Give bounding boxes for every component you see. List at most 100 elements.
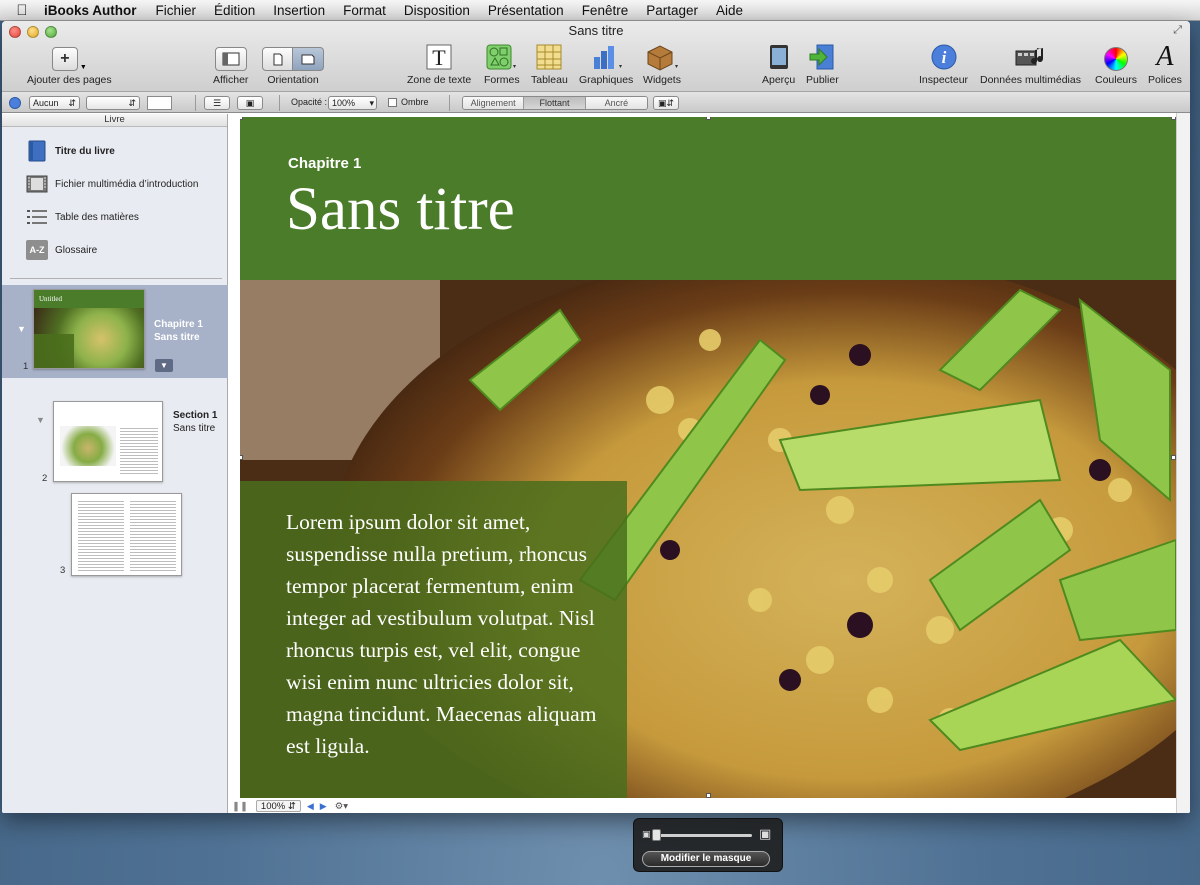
app-menu[interactable]: iBooks Author bbox=[44, 3, 137, 18]
sidebar-item-toc[interactable]: Table des matières bbox=[26, 206, 139, 228]
selection-handle[interactable] bbox=[706, 117, 711, 120]
page-number: 1 bbox=[23, 361, 29, 372]
page-canvas[interactable]: Chapitre 1 Sans titre Lorem ipsum dolor … bbox=[240, 117, 1176, 798]
disclosure-triangle-icon[interactable]: ▼ bbox=[17, 324, 26, 334]
menu-aide[interactable]: Aide bbox=[716, 3, 743, 18]
thumb-title: Untitled bbox=[39, 295, 62, 303]
media-label: Données multimédias bbox=[980, 74, 1081, 86]
orientation-segment[interactable] bbox=[262, 47, 324, 71]
page-thumbnail-2[interactable] bbox=[53, 401, 163, 482]
menu-format[interactable]: Format bbox=[343, 3, 386, 18]
menu-disposition[interactable]: Disposition bbox=[404, 3, 470, 18]
mask-slider-track[interactable] bbox=[654, 834, 752, 837]
fonts-button[interactable]: A Polices bbox=[1148, 43, 1182, 87]
book-sidebar: Livre Titre du livre Fichier multimédia … bbox=[2, 114, 228, 813]
page-label-line2: Sans titre bbox=[173, 423, 216, 434]
add-pages-button[interactable]: + ▼ Ajouter des pages bbox=[27, 43, 112, 86]
wrap-icon[interactable] bbox=[9, 97, 21, 109]
colors-button[interactable]: Couleurs bbox=[1095, 43, 1137, 86]
disclosure-triangle-icon[interactable]: ▼ bbox=[36, 415, 45, 425]
view-button[interactable]: Afficher bbox=[213, 43, 248, 86]
window-title: Sans titre bbox=[568, 23, 624, 38]
opacity-select[interactable]: 100% ▾ bbox=[328, 96, 377, 110]
edit-mask-button[interactable]: Modifier le masque bbox=[642, 851, 770, 867]
menu-presentation[interactable]: Présentation bbox=[488, 3, 564, 18]
zoom-select[interactable]: 100% ⇵ bbox=[255, 800, 301, 812]
page-title[interactable]: Sans titre bbox=[286, 175, 515, 245]
publish-button[interactable]: Publier bbox=[806, 43, 839, 86]
seg-ancre[interactable]: Ancré bbox=[585, 97, 647, 109]
split-handle-icon[interactable]: ❚❚ bbox=[232, 801, 248, 812]
widgets-button[interactable]: Widgets bbox=[643, 43, 681, 86]
page-thumbnail-1[interactable]: Untitled bbox=[33, 289, 145, 369]
book-icon bbox=[26, 140, 48, 162]
mask-button[interactable]: ▣ bbox=[237, 96, 263, 110]
preview-button[interactable]: Aperçu bbox=[762, 43, 795, 86]
media-button[interactable]: Données multimédias bbox=[980, 43, 1081, 86]
status-bar: ❚❚ 100% ⇵ ◀ ▶ ⚙▾ bbox=[232, 799, 1176, 813]
opacity-label: Opacité : bbox=[291, 97, 328, 107]
value-field[interactable] bbox=[147, 96, 172, 110]
media-icon bbox=[1015, 48, 1044, 66]
seg-flottant[interactable]: Flottant bbox=[524, 97, 586, 109]
view-icon bbox=[214, 47, 247, 71]
seg-alignment[interactable]: Alignement bbox=[463, 97, 525, 109]
svg-text:T: T bbox=[432, 45, 446, 70]
body-text-box[interactable]: Lorem ipsum dolor sit amet, suspendisse … bbox=[240, 481, 627, 798]
selection-handle[interactable] bbox=[706, 793, 711, 798]
sidebar-item-label: Fichier multimédia d’introduction bbox=[55, 178, 199, 190]
menu-fenetre[interactable]: Fenêtre bbox=[582, 3, 629, 18]
chapter-label[interactable]: Chapitre 1 bbox=[288, 155, 361, 172]
selection-handle[interactable] bbox=[240, 455, 243, 460]
arrange-select[interactable]: ▣⇵ bbox=[653, 96, 679, 110]
selection-handle[interactable] bbox=[240, 117, 243, 120]
food-photo[interactable]: Lorem ipsum dolor sit amet, suspendisse … bbox=[240, 280, 1176, 798]
wrap-select[interactable]: Aucun ⇵ bbox=[29, 96, 80, 110]
thumb-photo bbox=[60, 426, 116, 466]
menu-bar:  iBooks Author Fichier Édition Insertio… bbox=[0, 0, 1200, 21]
vertical-scrollbar[interactable] bbox=[1176, 113, 1190, 813]
preview-label: Aperçu bbox=[762, 74, 796, 86]
style-select[interactable]: ⇵ bbox=[86, 96, 140, 110]
main-window: Sans titre ⤢ + ▼ Ajouter des pages Affich… bbox=[2, 21, 1190, 813]
gear-icon[interactable]: ⚙▾ bbox=[335, 801, 348, 812]
zoom-value: 100% bbox=[260, 801, 286, 812]
next-page-icon[interactable]: ▶ bbox=[320, 801, 327, 812]
thumb-text bbox=[120, 426, 158, 474]
sidebar-item-glossary[interactable]: A-Z Glossaire bbox=[26, 239, 97, 261]
sidebar-item-book-title[interactable]: Titre du livre bbox=[26, 140, 115, 162]
view-label: Afficher bbox=[213, 74, 249, 86]
fullscreen-icon[interactable]: ⤢ bbox=[1173, 24, 1182, 37]
thumb-text bbox=[78, 499, 124, 571]
menu-edition[interactable]: Édition bbox=[214, 3, 255, 18]
shadow-label: Ombre bbox=[401, 97, 429, 107]
publish-icon bbox=[809, 44, 834, 70]
alignment-segment[interactable]: Alignement Flottant Ancré bbox=[462, 96, 648, 110]
menu-fichier[interactable]: Fichier bbox=[156, 3, 197, 18]
info-icon: i bbox=[931, 44, 957, 70]
sidebar-item-intro-media[interactable]: Fichier multimédia d’introduction bbox=[26, 173, 198, 195]
charts-button[interactable]: Graphiques bbox=[579, 43, 633, 86]
sidebar-divider bbox=[10, 278, 222, 279]
adjust-image-button[interactable]: ☰ bbox=[204, 96, 230, 110]
shadow-checkbox[interactable] bbox=[388, 98, 397, 107]
previous-page-icon[interactable]: ◀ bbox=[307, 801, 314, 812]
portrait-icon[interactable] bbox=[262, 47, 293, 71]
menu-partager[interactable]: Partager bbox=[646, 3, 698, 18]
divider bbox=[279, 95, 280, 111]
sidebar-item-label: Glossaire bbox=[55, 244, 98, 256]
landscape-icon[interactable] bbox=[293, 47, 324, 71]
chart-icon bbox=[594, 46, 623, 69]
mask-slider-knob[interactable] bbox=[652, 829, 661, 841]
text-box-button[interactable]: T Zone de texte bbox=[407, 43, 471, 86]
add-pages-label: Ajouter des pages bbox=[27, 74, 112, 86]
orientation-control[interactable]: Orientation bbox=[262, 43, 324, 86]
shapes-button[interactable]: Formes bbox=[484, 43, 520, 86]
menu-insertion[interactable]: Insertion bbox=[273, 3, 325, 18]
page-thumbnail-3[interactable] bbox=[71, 493, 182, 576]
table-button[interactable]: Tableau bbox=[531, 43, 568, 86]
inspector-button[interactable]: i Inspecteur bbox=[919, 43, 968, 86]
body-text[interactable]: Lorem ipsum dolor sit amet, suspendisse … bbox=[286, 506, 616, 762]
page-options-button[interactable]: ▼ bbox=[155, 359, 173, 372]
apple-menu-icon[interactable]:  bbox=[0, 2, 44, 19]
